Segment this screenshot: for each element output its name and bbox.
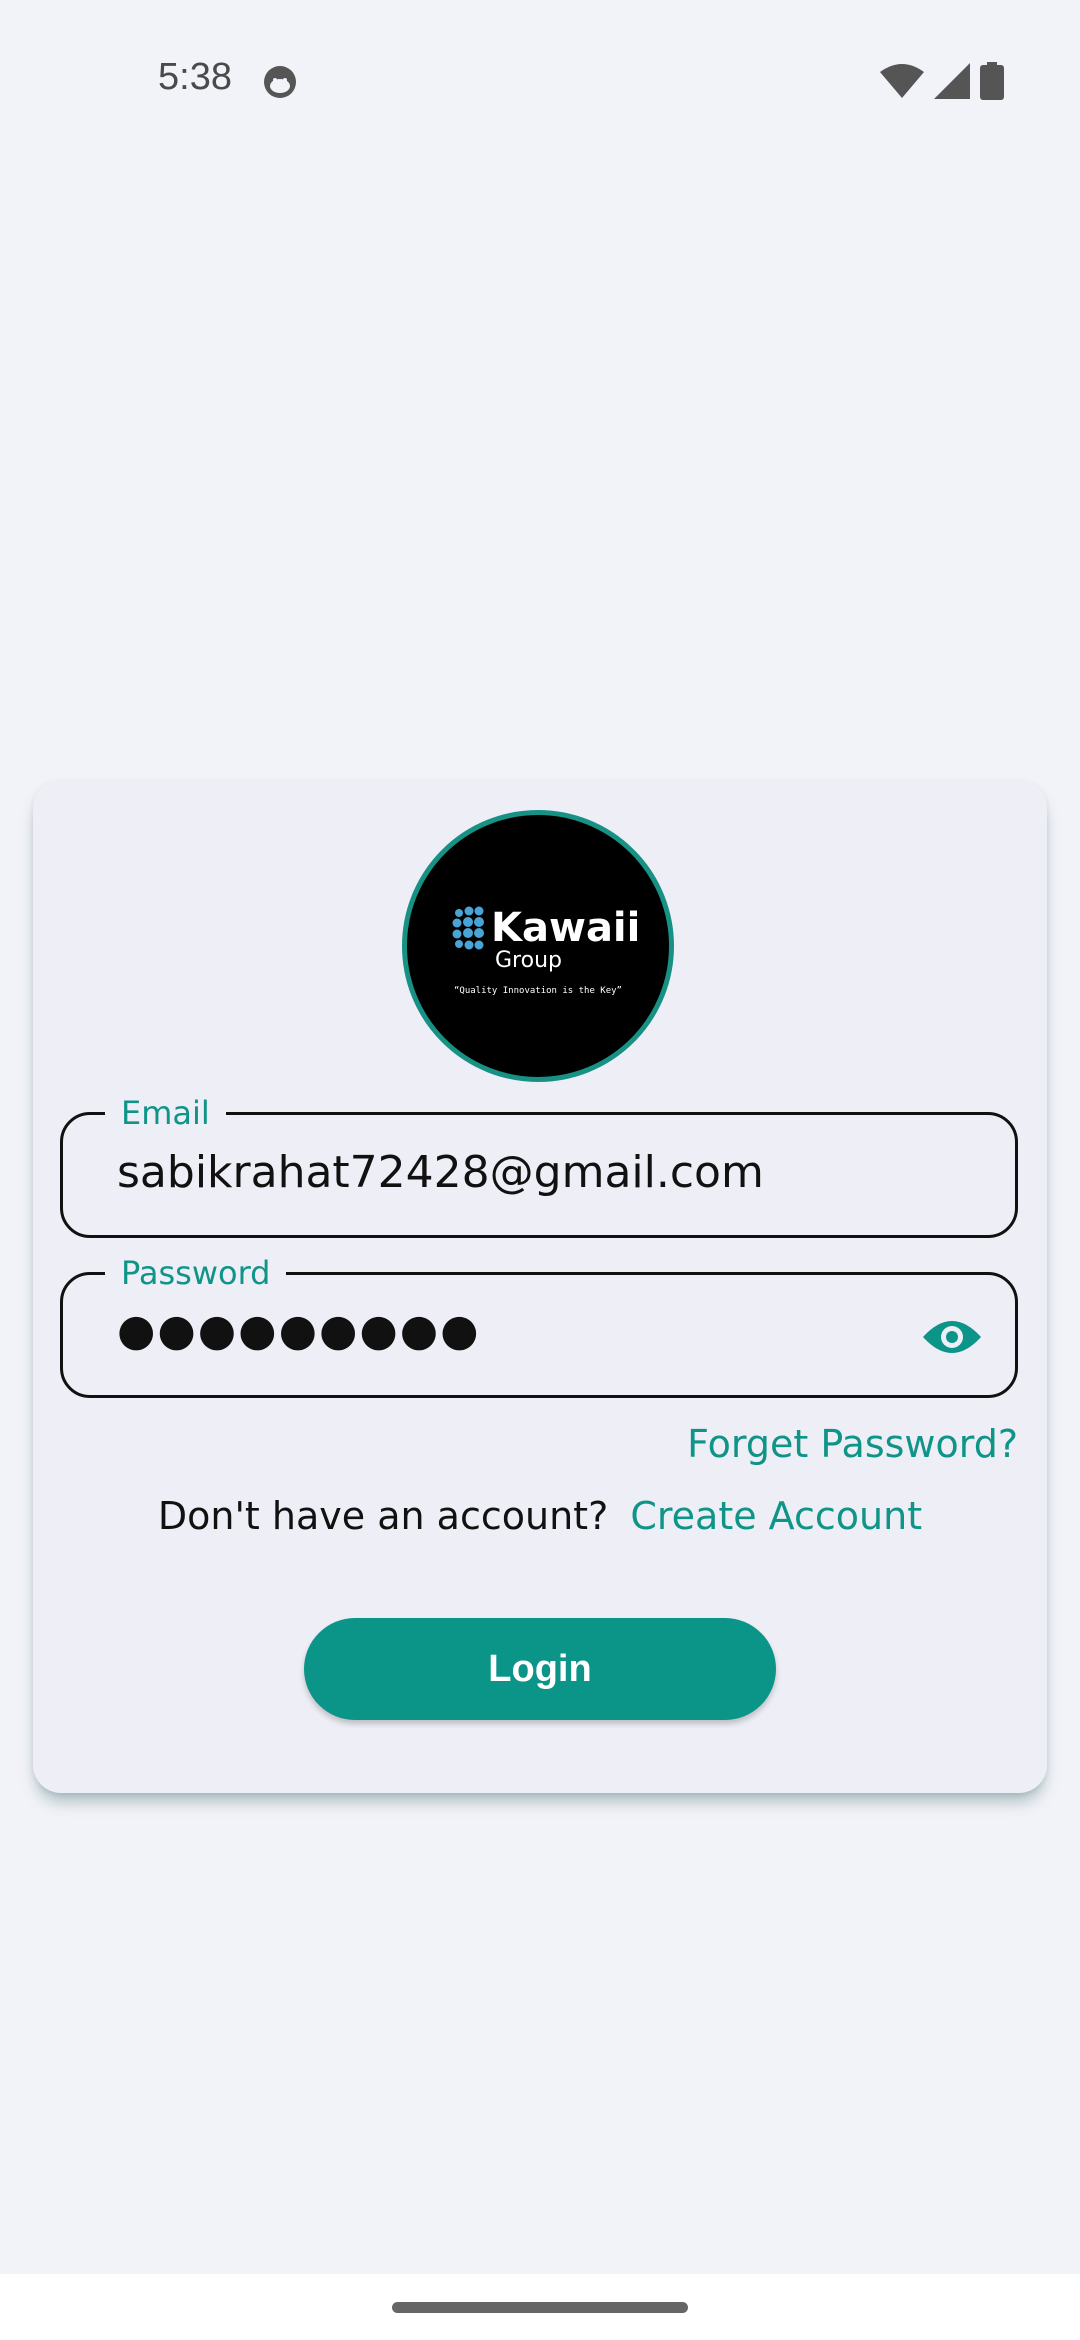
kawaii-logo-graphic: Kawaii Group “Quality Innovation is the … [452, 905, 640, 996]
forgot-password-link[interactable]: Forget Password? [687, 1422, 1018, 1466]
signal-icon [934, 63, 970, 99]
login-button[interactable]: Login [304, 1618, 776, 1720]
password-input[interactable]: ●●●●●●●●● [117, 1305, 481, 1356]
home-indicator[interactable] [392, 2302, 688, 2313]
signup-prompt: Don't have an account? [157, 1494, 609, 1538]
wifi-icon [880, 64, 924, 98]
create-account-link[interactable]: Create Account [630, 1494, 922, 1538]
logo-brand-name: Kawaii [491, 905, 640, 951]
cat-face-icon [264, 66, 296, 98]
status-bar: 5:38 [0, 0, 1080, 170]
status-time: 5:38 [158, 56, 232, 98]
password-label: Password [105, 1253, 287, 1293]
logo-brand-sub: Group [495, 948, 562, 973]
signup-row: Don't have an account? Create Account [0, 1494, 1080, 1538]
email-input[interactable]: sabikrahat72428@gmail.com [117, 1147, 764, 1198]
email-field[interactable]: Email sabikrahat72428@gmail.com [60, 1093, 1018, 1238]
eye-icon[interactable] [921, 1315, 983, 1359]
company-logo: Kawaii Group “Quality Innovation is the … [402, 810, 674, 1082]
logo-tagline: “Quality Innovation is the Key” [454, 986, 622, 996]
password-field[interactable]: Password ●●●●●●●●● [60, 1253, 1018, 1398]
battery-icon [980, 62, 1004, 100]
email-label: Email [105, 1093, 226, 1133]
